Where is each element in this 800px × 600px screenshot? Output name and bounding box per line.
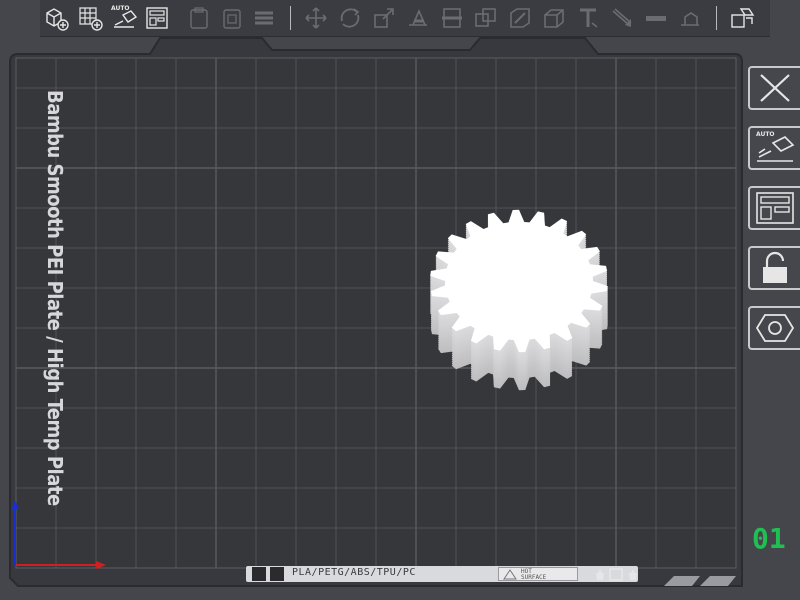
explode-view-icon xyxy=(731,8,755,28)
color-paint-button[interactable] xyxy=(608,4,636,32)
seam-paint-button[interactable] xyxy=(540,4,568,32)
support-paint-button[interactable] xyxy=(506,4,534,32)
measure-icon xyxy=(646,16,666,21)
plate-canvas[interactable] xyxy=(0,0,800,600)
gear-model[interactable] xyxy=(430,209,608,391)
rotate-icon xyxy=(340,8,360,28)
place-on-face-icon xyxy=(409,8,427,26)
auto-badge: AUTO xyxy=(756,131,775,138)
layers-icon xyxy=(255,11,273,25)
move-icon xyxy=(305,7,327,29)
text-emboss-icon xyxy=(580,8,598,28)
hot-surface-warning: HOT SURFACE xyxy=(498,567,578,581)
cut-icon xyxy=(442,8,462,28)
toolbar-separator xyxy=(716,6,717,30)
layer-readout: 01 xyxy=(752,522,786,555)
arrange-icon xyxy=(146,7,168,29)
top-toolbar: AUTO xyxy=(40,0,770,37)
add-object-button[interactable] xyxy=(42,4,70,32)
split-parts-button[interactable] xyxy=(218,4,246,32)
explode-view-button[interactable] xyxy=(728,4,756,32)
recycle-icon xyxy=(596,569,604,580)
mesh-boolean-button[interactable] xyxy=(472,4,500,32)
split-objects-icon xyxy=(190,7,208,29)
close-plate-button[interactable] xyxy=(748,66,800,110)
assembly-button[interactable] xyxy=(676,4,704,32)
mesh-boolean-icon xyxy=(475,8,496,27)
auto-orient-plate-button[interactable]: AUTO xyxy=(748,126,800,170)
split-parts-icon xyxy=(223,9,241,29)
recycle-icon xyxy=(629,569,637,580)
add-plate-icon xyxy=(79,7,103,31)
text-emboss-button[interactable] xyxy=(574,4,602,32)
rotate-button[interactable] xyxy=(336,4,364,32)
plate-settings-icon xyxy=(755,314,795,342)
close-plate-icon xyxy=(760,74,790,102)
plate-type-label: Bambu Smooth PEI Plate / High Temp Plate xyxy=(43,90,67,506)
measure-button[interactable] xyxy=(642,4,670,32)
lock-plate-icon xyxy=(763,251,787,283)
assembly-icon xyxy=(681,12,699,26)
plate-outline-icon xyxy=(609,568,623,581)
arrange-plate-button[interactable] xyxy=(748,186,800,230)
place-on-face-button[interactable] xyxy=(404,4,432,32)
color-paint-icon xyxy=(612,8,632,27)
cut-button[interactable] xyxy=(438,4,466,32)
scale-button[interactable] xyxy=(370,4,398,32)
arrange-plate-icon xyxy=(756,192,794,224)
add-plate-button[interactable] xyxy=(76,4,104,32)
support-paint-icon xyxy=(510,8,530,28)
plate-info-bar: PLA/PETG/ABS/TPU/PC xyxy=(246,566,638,582)
seam-paint-icon xyxy=(544,9,564,28)
auto-badge: AUTO xyxy=(111,5,130,12)
auto-orient-button[interactable]: AUTO xyxy=(110,4,138,32)
move-button[interactable] xyxy=(302,4,330,32)
qr-code-icon xyxy=(252,567,266,581)
layers-button[interactable] xyxy=(250,4,278,32)
plate-settings-button[interactable] xyxy=(748,306,800,350)
add-object-icon xyxy=(46,8,69,31)
scale-icon xyxy=(374,8,394,28)
split-objects-button[interactable] xyxy=(185,4,213,32)
qr-code-icon xyxy=(270,567,284,581)
lock-plate-button[interactable] xyxy=(748,246,800,290)
toolbar-separator xyxy=(290,6,291,30)
hot-surface-line2: SURFACE xyxy=(521,574,547,581)
filament-types-text: PLA/PETG/ABS/TPU/PC xyxy=(292,567,416,578)
warning-triangle-icon xyxy=(503,569,517,580)
arrange-button[interactable] xyxy=(143,4,171,32)
